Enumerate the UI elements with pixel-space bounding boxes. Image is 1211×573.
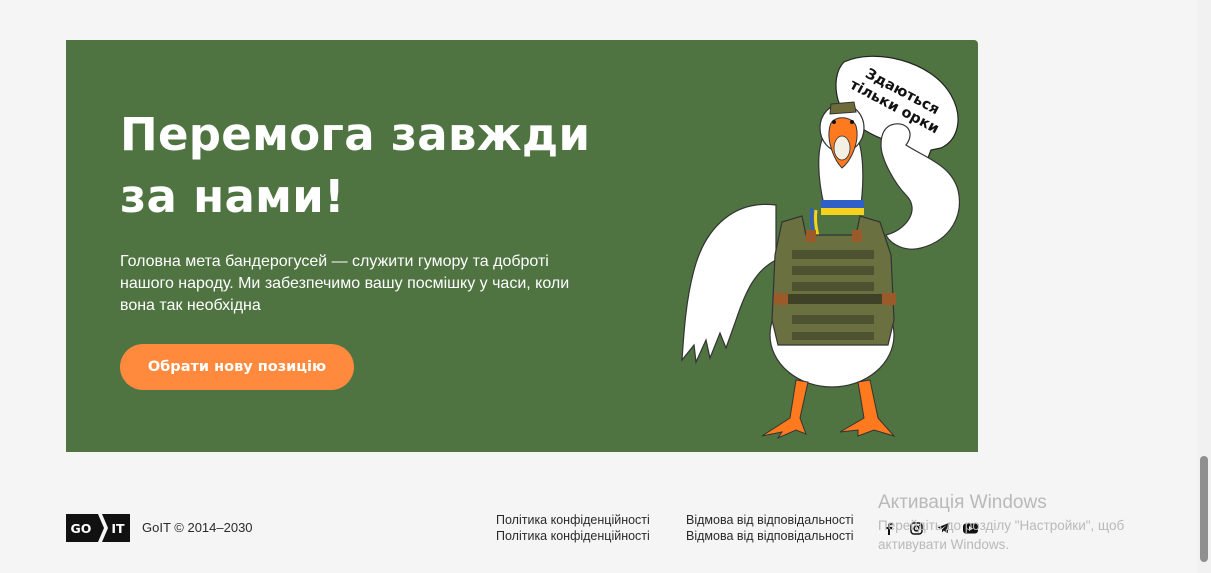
right-foot bbox=[839, 379, 896, 437]
left-wing bbox=[681, 203, 777, 365]
footer-links-privacy: Політика конфіденційності Політика конфі… bbox=[496, 512, 650, 544]
hero-banner: Перемога завжди за нами! Головна мета ба… bbox=[66, 40, 978, 452]
privacy-policy-link[interactable]: Політика конфіденційності bbox=[496, 512, 650, 528]
goose-illustration: Здаються тільки орки bbox=[681, 55, 960, 440]
copyright-text: GoIT © 2014–2030 bbox=[142, 520, 253, 535]
scrollbar-thumb[interactable] bbox=[1200, 456, 1208, 562]
military-cap bbox=[829, 101, 857, 115]
logo-it-text: IT bbox=[111, 521, 125, 536]
hero-title: Перемога завжди за нами! bbox=[120, 108, 591, 223]
choose-position-button[interactable]: Обрати нову позицію bbox=[120, 344, 354, 390]
left-foot bbox=[761, 379, 809, 440]
body-armor-vest bbox=[771, 215, 896, 346]
privacy-policy-link[interactable]: Політика конфіденційності bbox=[496, 528, 650, 544]
disclaimer-link[interactable]: Відмова від відповідальності bbox=[686, 528, 854, 544]
page: Перемога завжди за нами! Головна мета ба… bbox=[0, 0, 1211, 573]
footer-links-disclaimer: Відмова від відповідальності Відмова від… bbox=[686, 512, 854, 544]
watermark-text: Перейдіть до розділу "Настройки", щоб ак… bbox=[878, 518, 1125, 552]
flag-scarf bbox=[821, 200, 864, 208]
disclaimer-link[interactable]: Відмова від відповідальності bbox=[686, 512, 854, 528]
goit-logo[interactable]: GO IT bbox=[66, 514, 130, 542]
logo-go-text: GO bbox=[71, 521, 92, 536]
watermark-title: Активація Windows bbox=[878, 492, 1047, 513]
hero-description: Головна мета бандерогусей — служити гумо… bbox=[120, 253, 570, 314]
windows-activation-watermark: Активація Windows Перейдіть до розділу "… bbox=[878, 492, 1168, 554]
